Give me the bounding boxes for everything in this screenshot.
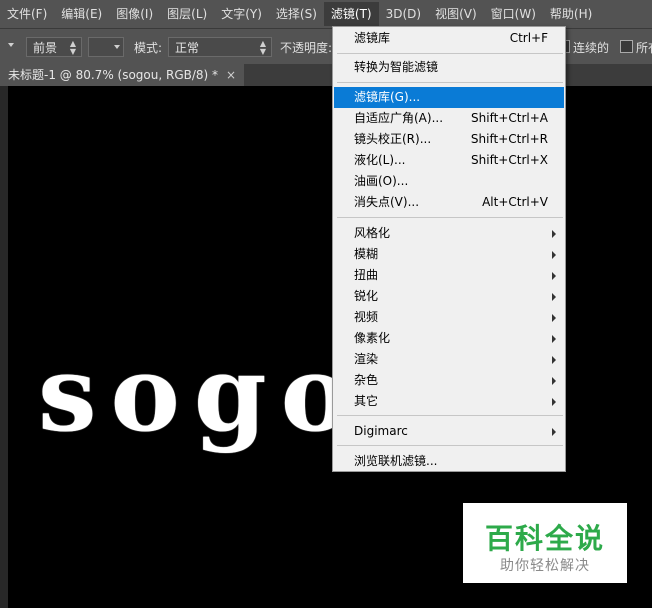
menu-item-oil-paint[interactable]: 油画(O)... xyxy=(334,171,564,192)
menu-item-label: 液化(L)... xyxy=(354,153,406,167)
menu-item-label: 滤镜库(G)... xyxy=(354,90,421,104)
menu-separator xyxy=(337,82,563,83)
menu-bar: 文件(F) 编辑(E) 图像(I) 图层(L) 文字(Y) 选择(S) 滤镜(T… xyxy=(0,0,652,28)
submenu-arrow-icon xyxy=(552,398,556,406)
updown-arrows-icon: ▲ ▼ xyxy=(259,39,266,56)
submenu-arrow-icon xyxy=(552,356,556,364)
menu-3d[interactable]: 3D(D) xyxy=(379,2,428,26)
menu-item-label: 视频 xyxy=(354,310,379,324)
menu-item-label: 渲染 xyxy=(354,352,379,366)
menu-item-label: 浏览联机滤镜... xyxy=(354,454,438,468)
menu-separator xyxy=(337,217,563,218)
menu-separator xyxy=(337,415,563,416)
submenu-arrow-icon xyxy=(552,335,556,343)
menu-separator xyxy=(337,445,563,446)
menu-item-video[interactable]: 视频 xyxy=(334,307,564,328)
submenu-arrow-icon xyxy=(552,428,556,436)
submenu-arrow-icon xyxy=(552,230,556,238)
menu-item-render[interactable]: 渲染 xyxy=(334,349,564,370)
pattern-picker[interactable] xyxy=(88,37,124,57)
all-layers-label: 所有 xyxy=(636,41,652,55)
menu-item-label: Digimarc xyxy=(354,424,408,438)
submenu-arrow-icon xyxy=(552,272,556,280)
menu-item-shortcut: Shift+Ctrl+A xyxy=(471,111,548,125)
menu-item-shortcut: Shift+Ctrl+X xyxy=(471,153,548,167)
menu-view[interactable]: 视图(V) xyxy=(428,2,484,26)
watermark-subtitle: 助你轻松解决 xyxy=(500,558,590,574)
menu-item-pixelate[interactable]: 像素化 xyxy=(334,328,564,349)
menu-item-label: 模糊 xyxy=(354,247,379,261)
contiguous-label: 连续的 xyxy=(573,41,610,55)
watermark-title: 百科全说 xyxy=(484,522,605,555)
opacity-label: 不透明度: xyxy=(280,41,333,55)
menu-item-label: 油画(O)... xyxy=(354,174,409,188)
menu-separator xyxy=(337,53,563,54)
menu-item-label: 杂色 xyxy=(354,373,379,387)
menu-item-liquify[interactable]: 液化(L)... Shift+Ctrl+X xyxy=(334,150,564,171)
blend-mode-select[interactable]: 正常 ▲ ▼ xyxy=(168,37,272,57)
menu-help[interactable]: 帮助(H) xyxy=(543,2,599,26)
menu-item-stylize[interactable]: 风格化 xyxy=(334,223,564,244)
menu-item-shortcut: Shift+Ctrl+R xyxy=(470,132,548,146)
submenu-arrow-icon xyxy=(552,314,556,322)
menu-item-label: 像素化 xyxy=(354,331,391,345)
menu-item-sharpen[interactable]: 锐化 xyxy=(334,286,564,307)
menu-item-shortcut: Alt+Ctrl+V xyxy=(482,195,548,209)
menu-window[interactable]: 窗口(W) xyxy=(484,2,543,26)
menu-item-other[interactable]: 其它 xyxy=(334,391,564,412)
menu-filter[interactable]: 滤镜(T) xyxy=(323,2,379,26)
menu-item-filter-gallery-last[interactable]: 滤镜库 Ctrl+F xyxy=(334,28,564,49)
updown-arrows-icon: ▲ ▼ xyxy=(69,39,76,56)
menu-item-blur[interactable]: 模糊 xyxy=(334,244,564,265)
menu-item-label: 自适应广角(A)... xyxy=(354,111,444,125)
tool-preset-chevron-icon[interactable] xyxy=(8,43,14,47)
document-tab[interactable]: 未标题-1 @ 80.7% (sogou, RGB/8) * × xyxy=(0,64,245,86)
menu-item-label: 锐化 xyxy=(354,289,379,303)
menu-item-adaptive-wide-angle[interactable]: 自适应广角(A)... Shift+Ctrl+A xyxy=(334,108,564,129)
close-icon[interactable]: × xyxy=(226,68,236,82)
menu-file[interactable]: 文件(F) xyxy=(0,2,54,26)
menu-item-digimarc[interactable]: Digimarc xyxy=(334,421,564,442)
filter-menu: 滤镜库 Ctrl+F 转换为智能滤镜 滤镜库(G)... 自适应广角(A)...… xyxy=(332,26,566,472)
submenu-arrow-icon xyxy=(552,293,556,301)
submenu-arrow-icon xyxy=(552,251,556,259)
menu-item-browse-filters-online[interactable]: 浏览联机滤镜... xyxy=(334,451,564,472)
document-tab-title: 未标题-1 @ 80.7% (sogou, RGB/8) * xyxy=(8,68,219,82)
watermark-logo: 百科全说 助你轻松解决 xyxy=(463,503,627,583)
menu-item-label: 转换为智能滤镜 xyxy=(354,60,439,74)
menu-item-lens-correction[interactable]: 镜头校正(R)... Shift+Ctrl+R xyxy=(334,129,564,150)
menu-item-distort[interactable]: 扭曲 xyxy=(334,265,564,286)
menu-image[interactable]: 图像(I) xyxy=(109,2,160,26)
menu-item-label: 扭曲 xyxy=(354,268,379,282)
menu-select[interactable]: 选择(S) xyxy=(269,2,324,26)
menu-type[interactable]: 文字(Y) xyxy=(214,2,269,26)
menu-item-label: 镜头校正(R)... xyxy=(354,132,432,146)
menu-item-vanishing-point[interactable]: 消失点(V)... Alt+Ctrl+V xyxy=(334,192,564,213)
chevron-down-icon xyxy=(114,45,120,49)
menu-item-filter-gallery[interactable]: 滤镜库(G)... xyxy=(334,87,564,108)
menu-item-label: 滤镜库 xyxy=(354,31,391,45)
mode-label: 模式: xyxy=(134,41,163,55)
menu-edit[interactable]: 编辑(E) xyxy=(54,2,109,26)
submenu-arrow-icon xyxy=(552,377,556,385)
menu-item-shortcut: Ctrl+F xyxy=(509,31,548,45)
blend-mode-value: 正常 xyxy=(175,41,200,55)
fill-source-value: 前景 xyxy=(33,41,58,55)
menu-layer[interactable]: 图层(L) xyxy=(160,2,214,26)
menu-item-noise[interactable]: 杂色 xyxy=(334,370,564,391)
menu-item-convert-smart-filter[interactable]: 转换为智能滤镜 xyxy=(334,57,564,78)
all-layers-checkbox[interactable] xyxy=(620,40,633,53)
menu-item-label: 风格化 xyxy=(354,226,391,240)
menu-item-label: 消失点(V)... xyxy=(354,195,420,209)
fill-source-select[interactable]: 前景 ▲ ▼ xyxy=(26,37,82,57)
menu-item-label: 其它 xyxy=(354,394,379,408)
